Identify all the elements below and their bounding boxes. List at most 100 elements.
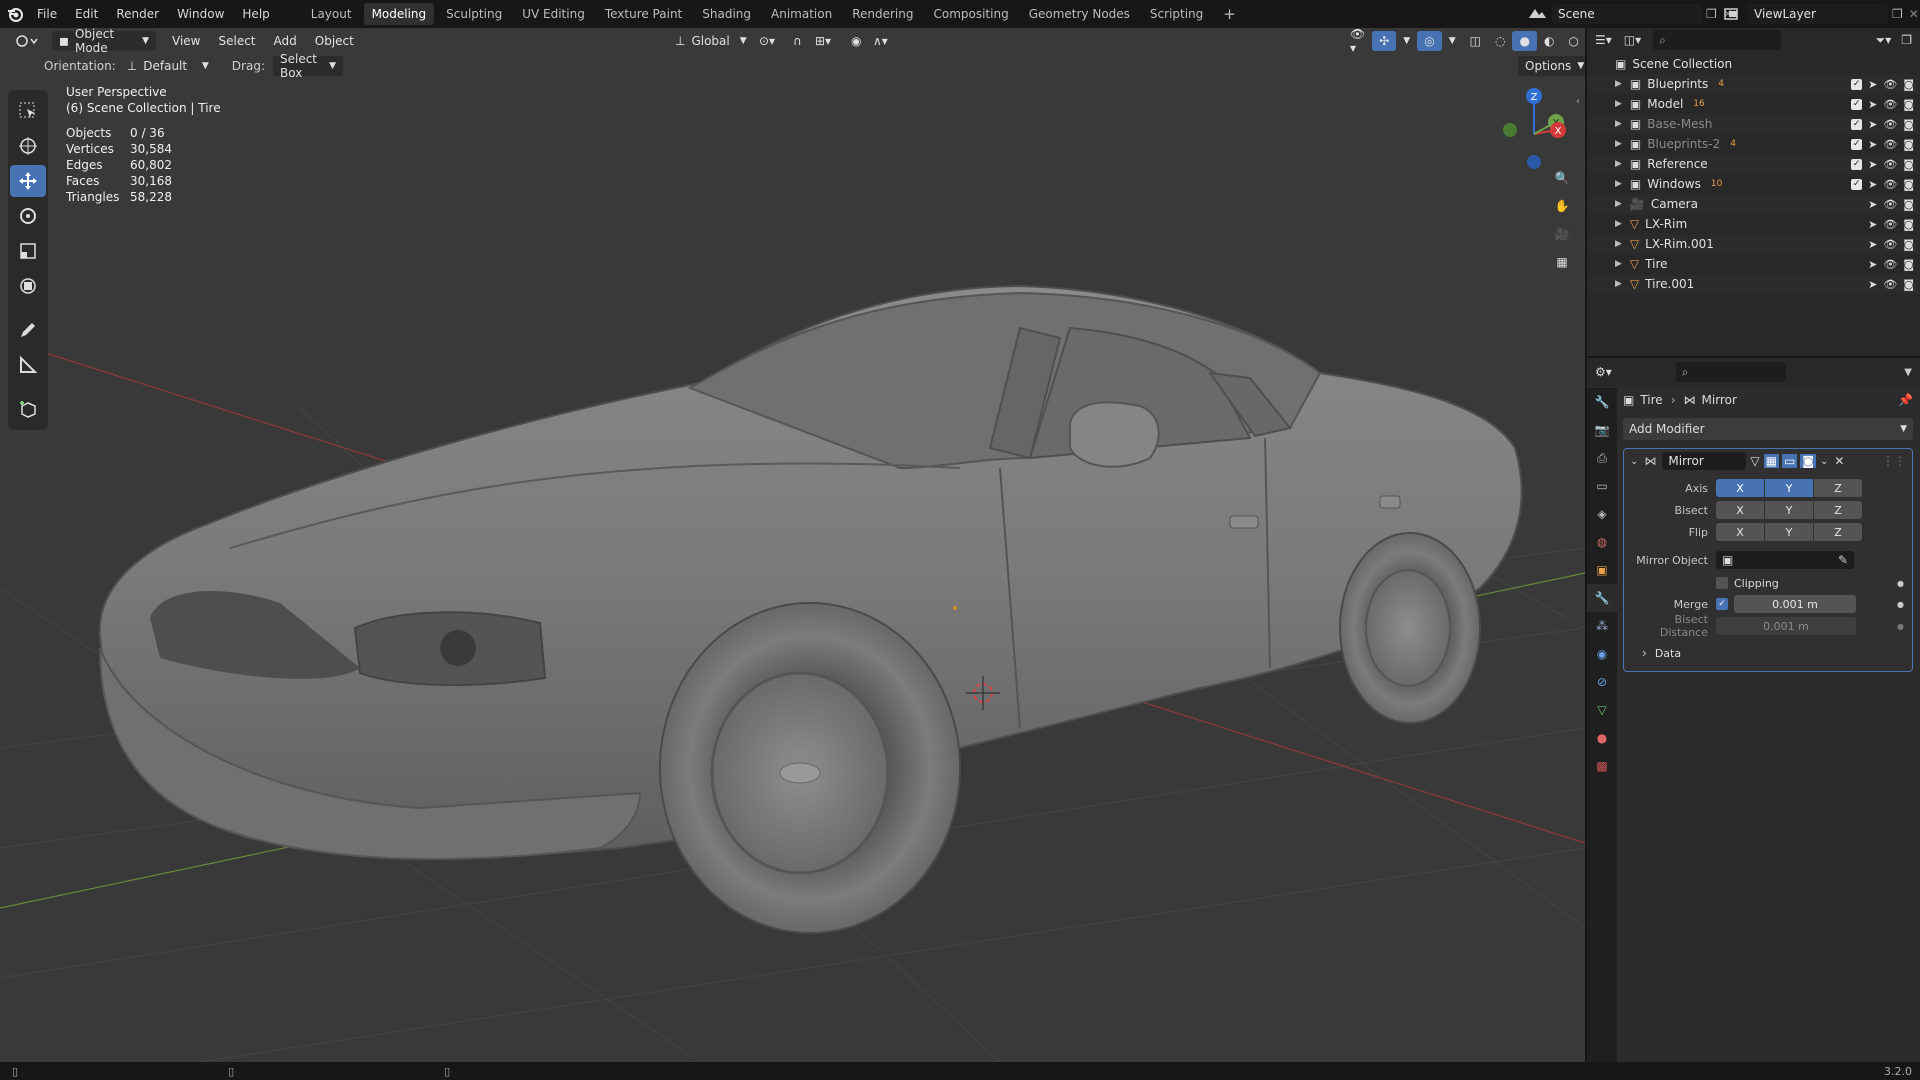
properties-search-input[interactable]: ⌕ <box>1675 362 1786 382</box>
camera-view-button[interactable]: 🎥 <box>1548 220 1576 248</box>
view-layer-field[interactable]: ViewLayer <box>1748 4 1888 24</box>
outliner-item-tire-001[interactable]: ▶ ▽ Tire.001 ➤ 👁 ◙ <box>1587 274 1920 294</box>
shading-solid-button[interactable]: ● <box>1512 31 1537 51</box>
viewport-toggle-icon[interactable]: ▭ <box>1781 454 1798 468</box>
options-dropdown[interactable]: Options ▼ <box>1518 56 1585 76</box>
outliner-item-base-mesh[interactable]: ▶ ▣ Base-Mesh ✓ ➤ 👁 ◙ <box>1587 114 1920 134</box>
bisect-z-toggle[interactable]: Z <box>1814 501 1862 519</box>
exclude-checkbox[interactable]: ✓ <box>1851 118 1863 130</box>
eye-icon[interactable]: 👁 <box>1883 178 1897 191</box>
exclude-checkbox[interactable]: ✓ <box>1851 178 1863 190</box>
tab-shading[interactable]: Shading <box>694 3 759 25</box>
3d-viewport[interactable]: ◼ Object Mode ▼ View Select Add Object ⊥… <box>0 28 1585 1062</box>
outliner-search-input[interactable]: ⌕ <box>1653 30 1782 50</box>
camera-render-icon[interactable]: ◙ <box>1903 78 1914 91</box>
properties-editor-icon[interactable]: ⚙▾ <box>1595 365 1612 379</box>
move-tool[interactable] <box>10 165 46 197</box>
outliner-item-blueprints[interactable]: ▶ ▣ Blueprints 4 ✓ ➤ 👁 ◙ <box>1587 74 1920 94</box>
transform-orientation-dropdown[interactable]: ⊥ Global ▼ <box>668 31 754 51</box>
outliner-root-row[interactable]: ▣ Scene Collection <box>1587 54 1920 74</box>
overlays-dropdown[interactable]: ▼ <box>1442 31 1463 51</box>
expand-arrow-icon[interactable]: ▶ <box>1615 139 1622 149</box>
select-toggle-icon[interactable]: ➤ <box>1868 98 1877 111</box>
modifier-name-field[interactable]: Mirror <box>1662 452 1747 470</box>
shading-wireframe-button[interactable]: ◌ <box>1488 31 1512 51</box>
expand-arrow-icon[interactable]: ▶ <box>1615 219 1622 229</box>
outliner-item-tire[interactable]: ▶ ▽ Tire ➤ 👁 ◙ <box>1587 254 1920 274</box>
tab-render[interactable]: 📷 <box>1587 416 1617 444</box>
tab-modeling[interactable]: Modeling <box>363 3 435 25</box>
select-toggle-icon[interactable]: ➤ <box>1868 178 1877 191</box>
eyedropper-icon[interactable]: ✎ <box>1838 553 1848 567</box>
expand-arrow-icon[interactable]: ▶ <box>1615 99 1622 109</box>
display-mode-icon[interactable]: ◫▾ <box>1624 33 1641 47</box>
eye-icon[interactable]: 👁 <box>1883 138 1897 151</box>
modifier-menu-icon[interactable]: ⌄ <box>1820 456 1828 467</box>
select-toggle-icon[interactable]: ➤ <box>1868 218 1877 231</box>
gizmo-toggle-button[interactable]: ✣ <box>1372 31 1397 51</box>
falloff-button[interactable]: ∧▾ <box>866 31 895 51</box>
editor-type-button[interactable] <box>8 31 46 51</box>
delete-view-layer-icon[interactable]: ✕ <box>1909 7 1919 21</box>
new-view-layer-icon[interactable]: ❐ <box>1892 7 1903 21</box>
exclude-checkbox[interactable]: ✓ <box>1851 138 1863 150</box>
merge-distance-field[interactable]: 0.001 m <box>1734 595 1856 613</box>
visibility-selectability-button[interactable]: 👁▾ <box>1343 28 1372 55</box>
menu-render[interactable]: Render <box>116 7 159 21</box>
tab-texture[interactable]: ▩ <box>1587 752 1617 780</box>
drag-dropdown[interactable]: Select Box ▼ <box>272 52 343 80</box>
bisect-distance-field[interactable]: 0.001 m <box>1716 617 1856 635</box>
new-scene-icon[interactable]: ❐ <box>1706 7 1717 21</box>
orientation-dropdown[interactable]: ⊥ Default ▼ <box>120 56 216 76</box>
eye-icon[interactable]: 👁 <box>1883 158 1897 171</box>
expand-arrow-icon[interactable]: ▶ <box>1615 259 1622 269</box>
tab-scripting[interactable]: Scripting <box>1142 3 1211 25</box>
tab-object[interactable]: ▣ <box>1587 556 1617 584</box>
flip-y-toggle[interactable]: Y <box>1765 523 1813 541</box>
new-collection-icon[interactable]: ❐ <box>1901 33 1912 47</box>
tab-physics[interactable]: ◉ <box>1587 640 1617 668</box>
outliner-editor-icon[interactable]: ☰▾ <box>1595 33 1612 47</box>
tab-tool[interactable]: 🔧 <box>1587 388 1617 416</box>
tab-particles[interactable]: ⁂ <box>1587 612 1617 640</box>
scale-tool[interactable] <box>10 235 46 267</box>
render-toggle-icon[interactable]: ◙ <box>1800 454 1816 468</box>
camera-render-icon[interactable]: ◙ <box>1903 238 1914 251</box>
tab-animation[interactable]: Animation <box>763 3 840 25</box>
eye-icon[interactable]: 👁 <box>1883 278 1897 291</box>
select-toggle-icon[interactable]: ➤ <box>1868 158 1877 171</box>
eye-icon[interactable]: 👁 <box>1883 78 1897 91</box>
eye-icon[interactable]: 👁 <box>1883 238 1897 251</box>
expand-arrow-icon[interactable]: ▶ <box>1615 199 1622 209</box>
axis-x-toggle[interactable]: X <box>1716 479 1764 497</box>
remove-modifier-icon[interactable]: ✕ <box>1834 454 1844 468</box>
overlays-toggle-button[interactable]: ◎ <box>1417 31 1442 51</box>
pin-icon[interactable]: 📌 <box>1898 393 1913 407</box>
annotate-tool[interactable] <box>10 314 46 346</box>
xray-toggle-button[interactable]: ◫ <box>1463 31 1488 51</box>
tab-output[interactable]: ⎙ <box>1587 444 1617 472</box>
expand-arrow-icon[interactable]: ▶ <box>1615 239 1622 249</box>
snap-toggle-button[interactable]: ∩ <box>786 31 809 51</box>
pivot-point-button[interactable]: ⊙▾ <box>752 31 782 51</box>
expand-arrow-icon[interactable]: ▶ <box>1615 79 1622 89</box>
menu-select[interactable]: Select <box>218 34 255 48</box>
tab-data[interactable]: ▽ <box>1587 696 1617 724</box>
drag-handle-icon[interactable]: ⋮⋮ <box>1882 454 1906 468</box>
menu-add[interactable]: Add <box>274 34 297 48</box>
outliner-item-windows[interactable]: ▶ ▣ Windows 10 ✓ ➤ 👁 ◙ <box>1587 174 1920 194</box>
ortho-toggle-button[interactable]: ▦ <box>1548 248 1576 276</box>
select-toggle-icon[interactable]: ➤ <box>1868 138 1877 151</box>
tab-scene[interactable]: ◈ <box>1587 500 1617 528</box>
axis-z-toggle[interactable]: Z <box>1814 479 1862 497</box>
scene-name-field[interactable]: Scene <box>1552 4 1702 24</box>
flip-z-toggle[interactable]: Z <box>1814 523 1862 541</box>
data-subpanel-header[interactable]: › Data <box>1624 641 1912 665</box>
menu-window[interactable]: Window <box>177 7 224 21</box>
eye-icon[interactable]: 👁 <box>1883 118 1897 131</box>
tab-modifiers[interactable]: 🔧 <box>1587 584 1617 612</box>
bisect-y-toggle[interactable]: Y <box>1765 501 1813 519</box>
eye-icon[interactable]: 👁 <box>1883 198 1897 211</box>
eye-icon[interactable]: 👁 <box>1883 258 1897 271</box>
gizmo-dropdown[interactable]: ▼ <box>1396 31 1417 51</box>
